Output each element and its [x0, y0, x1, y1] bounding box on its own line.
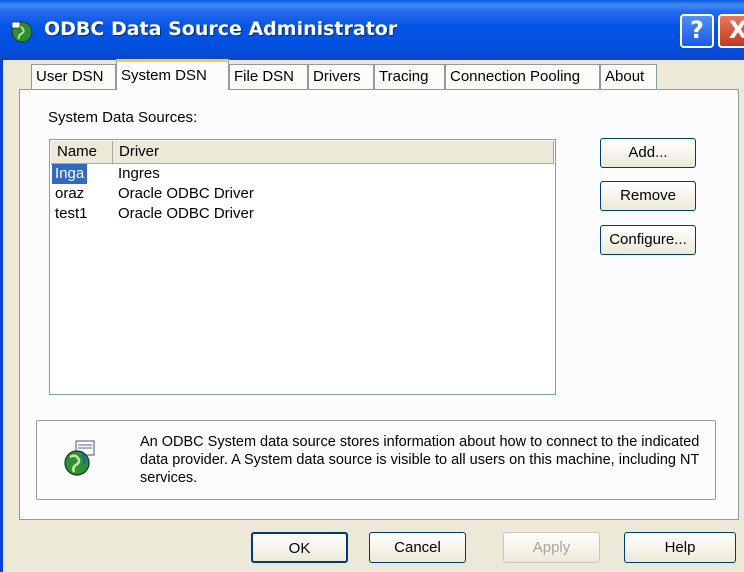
help-button[interactable]: Help — [624, 532, 736, 563]
close-icon: X — [728, 16, 744, 44]
apply-button[interactable]: Apply — [503, 532, 600, 563]
tab-file-dsn[interactable]: File DSN — [229, 64, 308, 89]
list-row-test1[interactable]: test1 Oracle ODBC Driver — [51, 204, 546, 224]
row-driver: Ingres — [118, 165, 160, 182]
row-driver: Oracle ODBC Driver — [118, 205, 254, 222]
tab-system-dsn[interactable]: System DSN — [116, 59, 229, 90]
list-row-inga[interactable]: Inga Ingres — [51, 164, 546, 184]
tab-about[interactable]: About — [600, 64, 657, 89]
info-text: An ODBC System data source stores inform… — [140, 434, 700, 486]
row-name: test1 — [55, 205, 88, 222]
info-group: An ODBC System data source stores inform… — [36, 420, 716, 500]
list-row-oraz[interactable]: oraz Oracle ODBC Driver — [51, 184, 546, 204]
title-bar[interactable]: ODBC Data Source Administrator ? X — [0, 0, 744, 60]
window-title: ODBC Data Source Administrator — [44, 18, 398, 40]
add-button[interactable]: Add... — [600, 138, 696, 168]
close-button[interactable]: X — [718, 14, 744, 48]
remove-button[interactable]: Remove — [600, 181, 696, 211]
cancel-button[interactable]: Cancel — [369, 532, 466, 563]
window-border — [0, 60, 3, 572]
list-header: Name Driver — [51, 141, 554, 164]
column-header-name[interactable]: Name — [51, 141, 113, 163]
odbc-globe-icon — [11, 21, 33, 43]
data-sources-list[interactable]: Name Driver Inga Ingres oraz Oracle ODBC… — [49, 139, 556, 395]
help-icon: ? — [690, 16, 704, 44]
help-title-button[interactable]: ? — [680, 14, 714, 48]
ok-button[interactable]: OK — [251, 532, 348, 563]
configure-button[interactable]: Configure... — [600, 225, 696, 255]
tab-connection-pooling[interactable]: Connection Pooling — [445, 64, 600, 89]
tab-user-dsn[interactable]: User DSN — [31, 64, 116, 89]
tab-drivers[interactable]: Drivers — [308, 64, 374, 89]
row-name: Inga — [52, 164, 88, 184]
system-dsn-panel: System Data Sources: Name Driver Inga In… — [19, 89, 739, 520]
column-header-driver[interactable]: Driver — [113, 141, 554, 163]
row-name: oraz — [55, 185, 85, 202]
system-data-sources-label: System Data Sources: — [48, 109, 198, 126]
tab-tracing[interactable]: Tracing — [374, 64, 445, 89]
odbc-globe-icon — [64, 440, 95, 476]
row-driver: Oracle ODBC Driver — [118, 185, 254, 202]
